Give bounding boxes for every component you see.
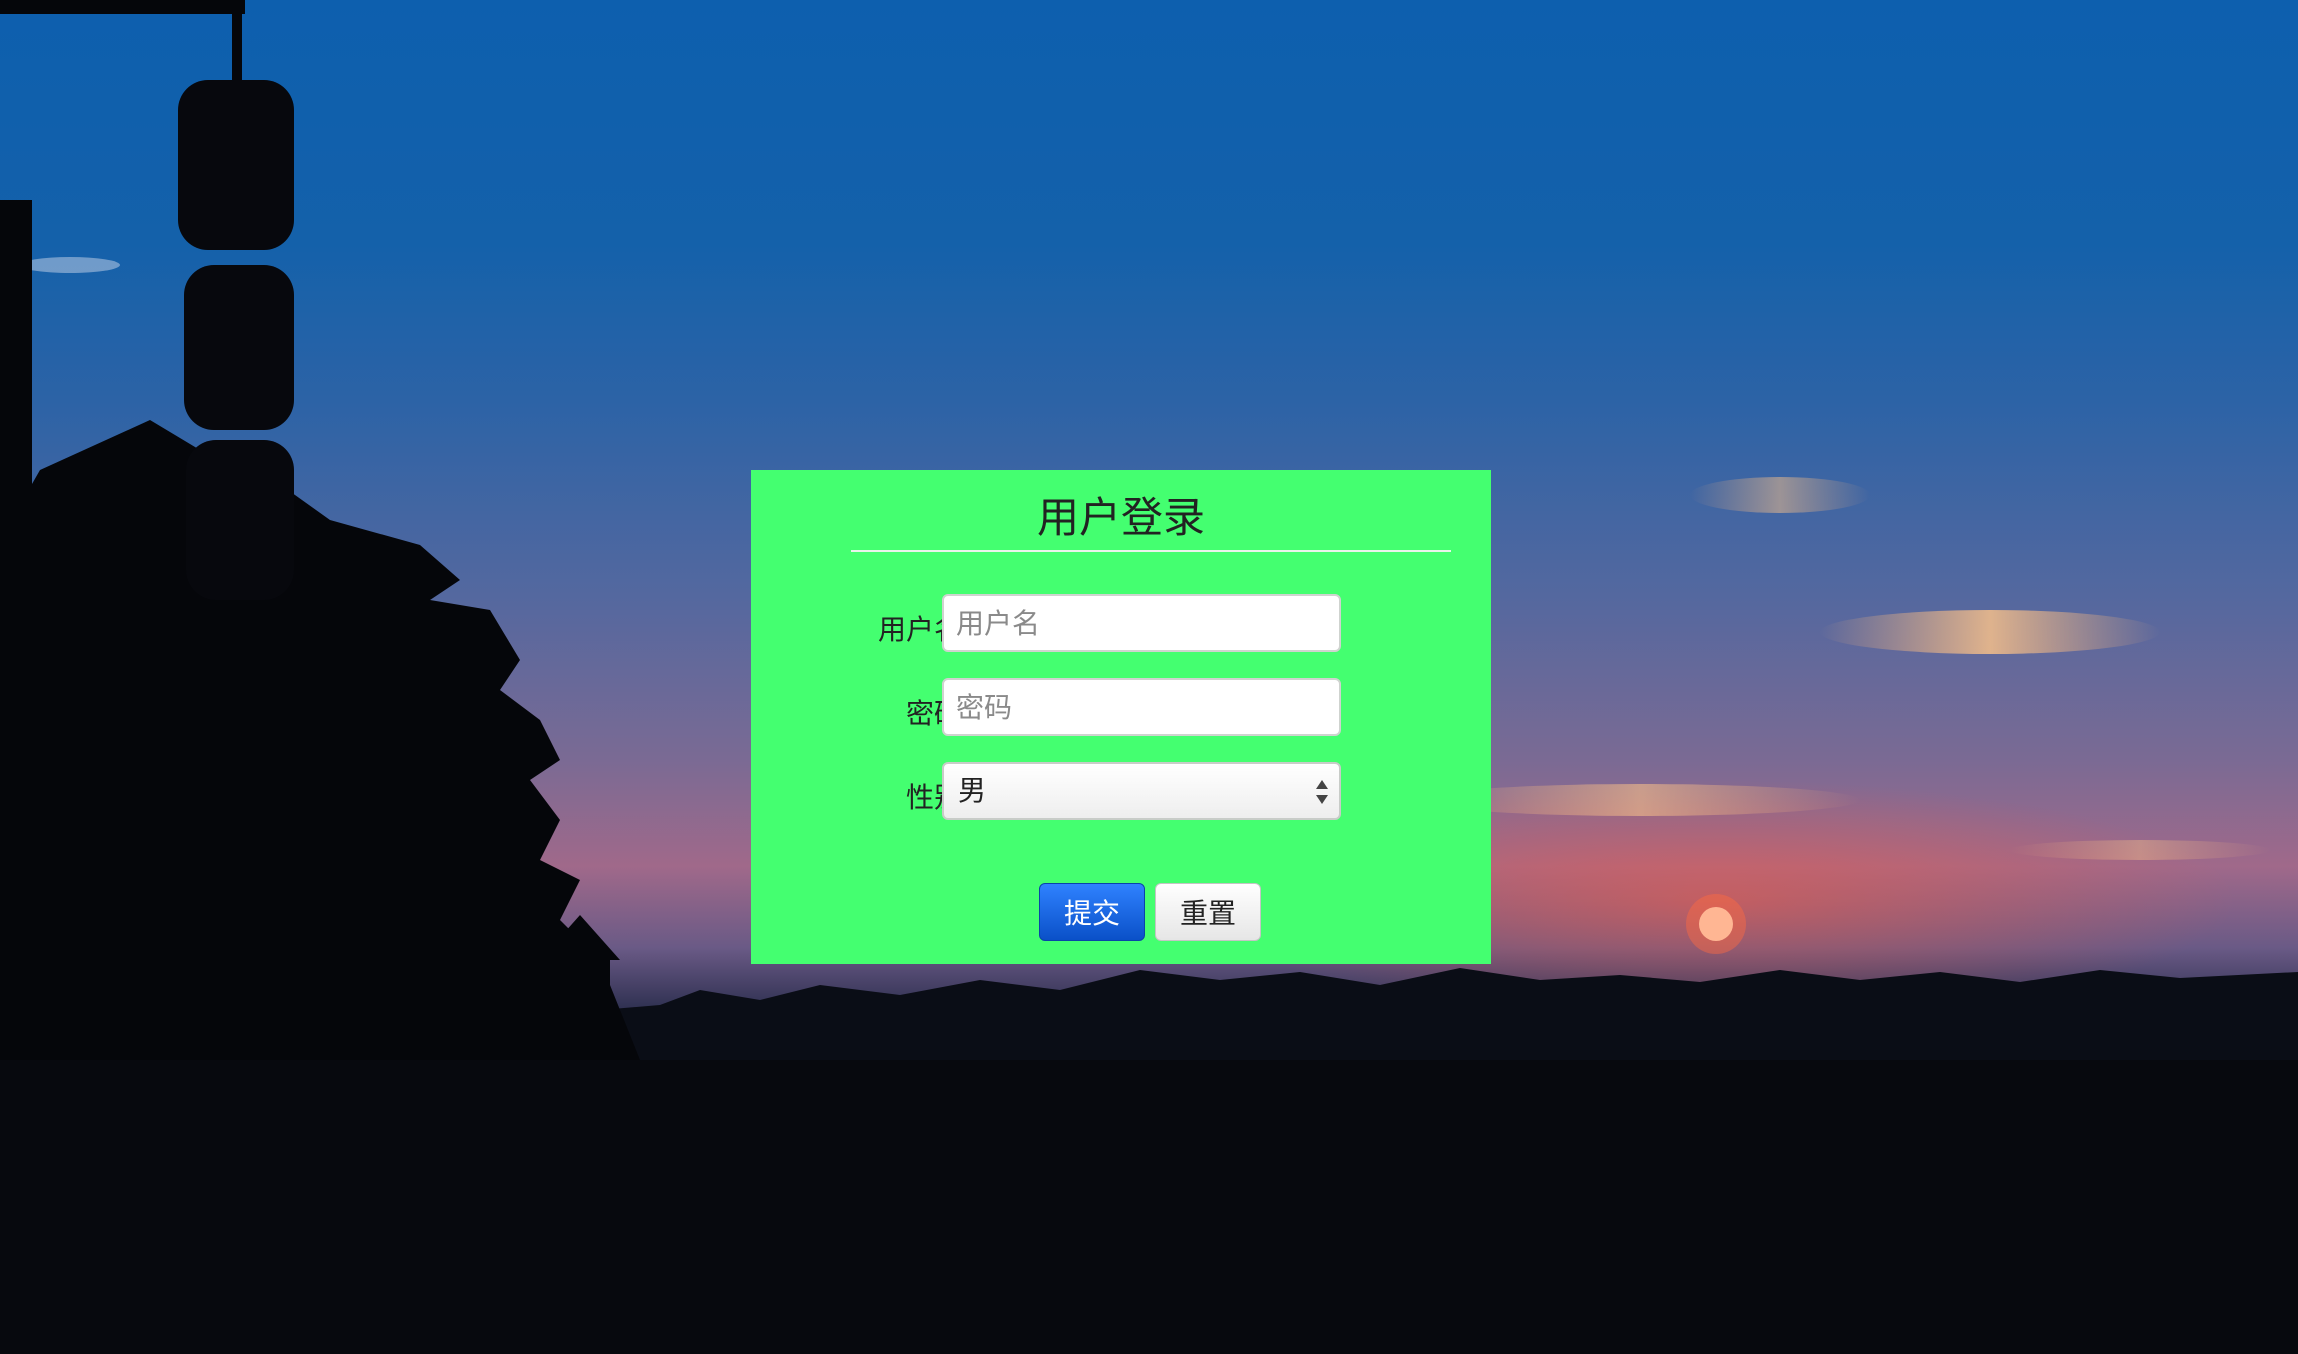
username-row: 用户名 bbox=[751, 594, 1491, 654]
title-divider bbox=[851, 550, 1451, 552]
up-down-arrows-icon bbox=[1316, 780, 1328, 804]
gender-selected-value: 男 bbox=[958, 774, 987, 807]
login-title: 用户登录 bbox=[1036, 493, 1205, 542]
password-row: 密码 bbox=[751, 678, 1491, 738]
reset-button[interactable]: 重置 bbox=[1155, 883, 1261, 941]
password-input[interactable] bbox=[942, 678, 1341, 736]
login-panel: 用户登录 用户名 密码 性别 男 提交 重置 bbox=[751, 470, 1491, 964]
username-input[interactable] bbox=[942, 594, 1341, 652]
submit-button[interactable]: 提交 bbox=[1039, 883, 1145, 941]
gender-row: 性别 男 bbox=[751, 762, 1491, 822]
gender-select[interactable]: 男 bbox=[942, 762, 1341, 820]
